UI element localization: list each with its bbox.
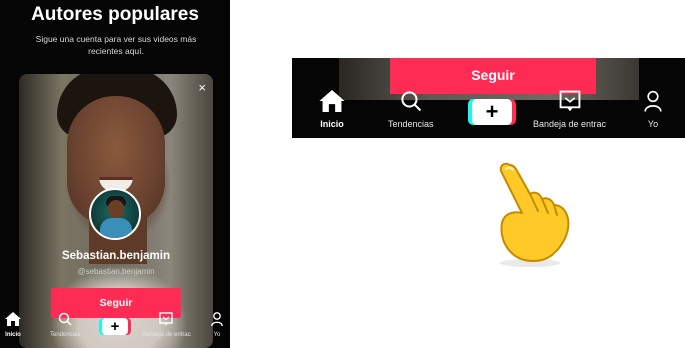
- nav-label-inbox: Bandeja de entrac: [142, 332, 191, 338]
- profile-username: Sebastian.benjamin: [61, 250, 170, 262]
- close-icon[interactable]: ×: [198, 81, 206, 94]
- create-button-zoomed[interactable]: +: [472, 99, 512, 125]
- avatar-body: [100, 218, 132, 238]
- avatar-head: [108, 200, 124, 218]
- person-icon: [644, 90, 662, 112]
- create-button[interactable]: +: [102, 318, 128, 335]
- nav-item-profile[interactable]: Yo: [211, 312, 223, 338]
- suggested-creator-card[interactable]: × Sebastian.benjamin @sebastian.benjamin…: [19, 74, 213, 348]
- nav-label-discover: Tendencias: [50, 332, 81, 338]
- inbox-icon: [159, 312, 174, 326]
- nav-item-profile-zoomed[interactable]: Yo: [644, 90, 662, 129]
- home-icon: [5, 312, 21, 326]
- nav-label-profile-zoomed: Yo: [647, 119, 659, 129]
- nav-label-discover-zoomed: Tendencias: [388, 119, 434, 129]
- page-subtitle: Sigue una cuenta para ver sus videos más…: [35, 34, 197, 56]
- nav-item-inbox[interactable]: Bandeja de entrac: [142, 312, 191, 338]
- search-icon: [58, 312, 72, 326]
- nav-label-home: Inicio: [5, 332, 21, 338]
- zoomed-bottom-nav: Seguir Inicio Tendencias + Bandeja de en…: [292, 58, 685, 138]
- nav-item-home-zoomed[interactable]: Inicio: [319, 90, 345, 129]
- avatar[interactable]: [89, 188, 141, 240]
- inbox-icon: [559, 90, 580, 112]
- follow-button-zoomed[interactable]: Seguir: [390, 58, 596, 94]
- nav-label-profile: Yo: [213, 332, 221, 338]
- nav-label-home-zoomed: Inicio: [320, 119, 344, 129]
- pointing-hand-icon: [499, 162, 570, 267]
- nav-label-inbox-zoomed: Bandeja de entrac: [533, 119, 607, 129]
- nav-item-inbox-zoomed[interactable]: Bandeja de entrac: [533, 90, 606, 129]
- nav-item-discover-zoomed[interactable]: Tendencias: [388, 90, 434, 129]
- search-icon: [401, 91, 421, 112]
- nav-item-home[interactable]: Inicio: [5, 312, 21, 338]
- page-title: Autores populares: [31, 4, 199, 25]
- home-icon: [319, 90, 345, 112]
- nav-item-discover[interactable]: Tendencias: [50, 312, 80, 338]
- bottom-nav: Inicio Tendencias + Bandeja de entrac Yo: [0, 308, 230, 348]
- profile-handle: @sebastian.benjamin: [77, 267, 155, 276]
- phone-screen: Autores populares Sigue una cuenta para …: [0, 0, 230, 348]
- person-icon: [211, 312, 223, 327]
